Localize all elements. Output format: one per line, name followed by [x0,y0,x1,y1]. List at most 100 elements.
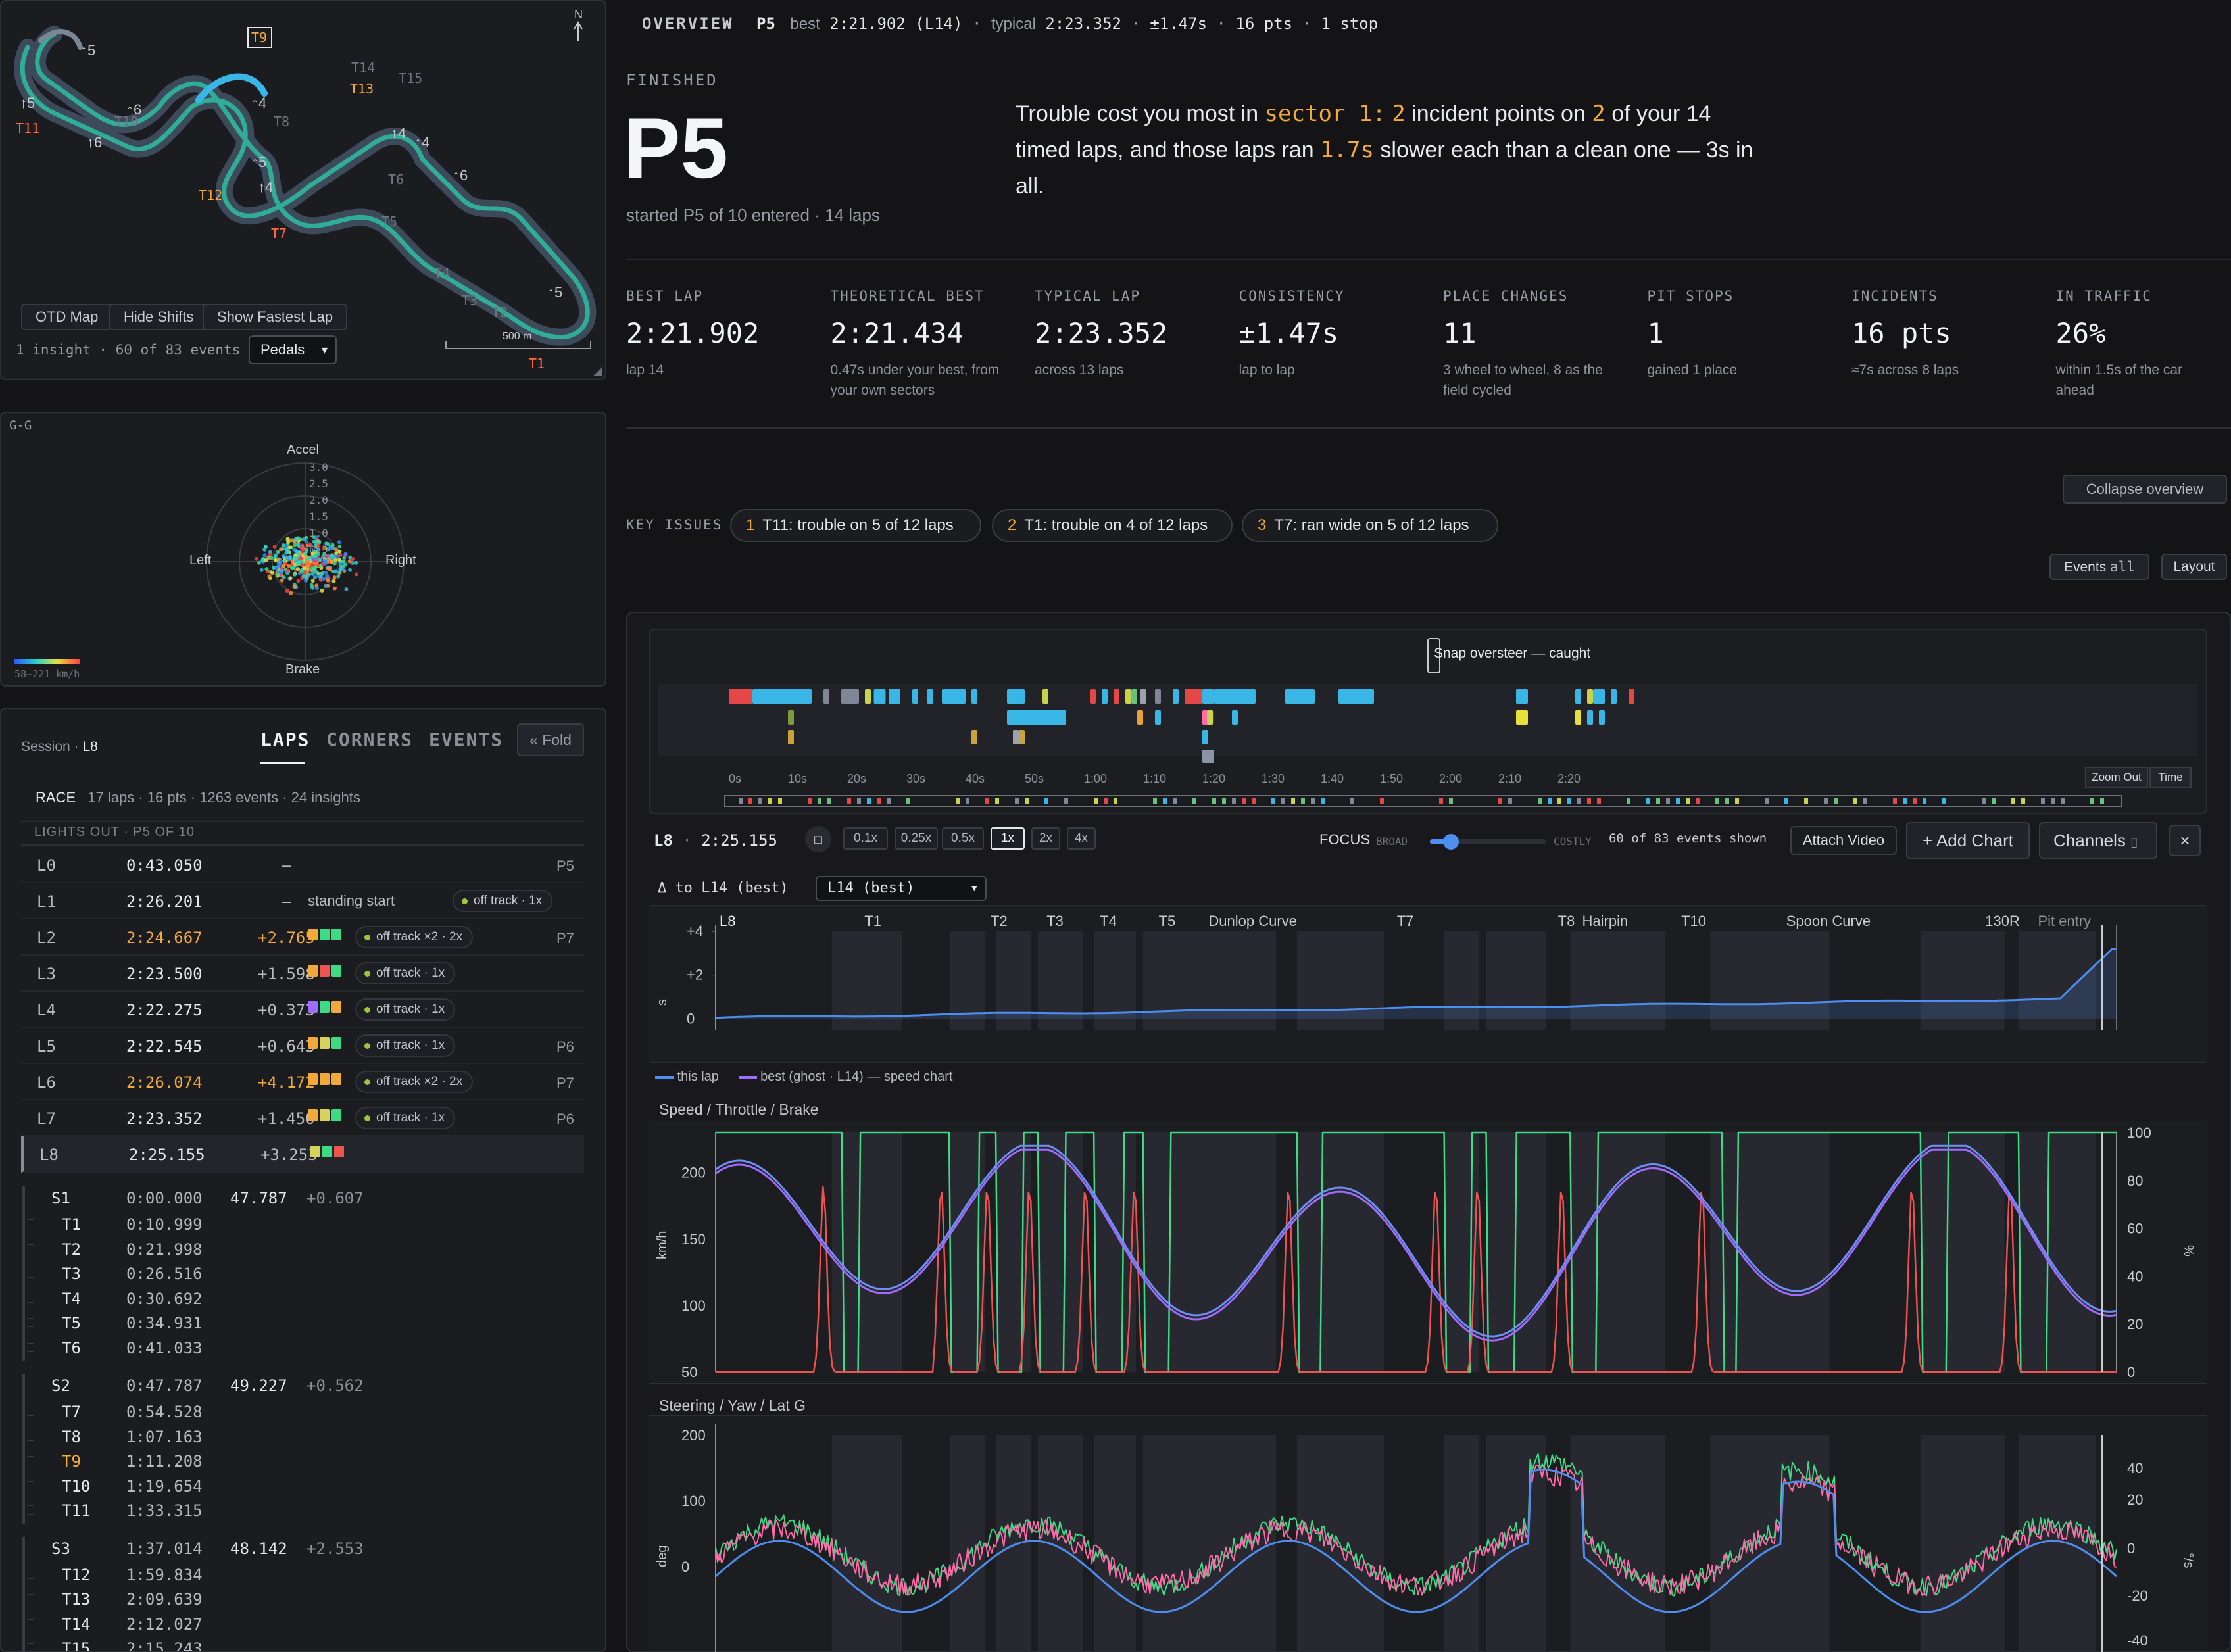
resize-handle-icon[interactable]: ◢ [593,364,602,377]
svg-text:500 m: 500 m [503,331,531,342]
corner-row[interactable]: T9 1:11.208 [25,1449,585,1474]
corner-row[interactable]: T1 0:10.999 [25,1213,585,1238]
checkbox-icon[interactable] [28,1643,34,1651]
corner-row[interactable]: T14 2:12.027 [25,1613,585,1638]
key-issue-chip[interactable]: 1 T11: trouble on 5 of 12 laps [730,509,981,542]
tab-events[interactable]: EVENTS [429,729,503,750]
tab-corners[interactable]: CORNERS [326,729,413,750]
checkbox-icon[interactable] [28,1407,34,1416]
focus-slider[interactable] [1430,834,1546,850]
lap-row[interactable]: L2 2:24.667 +2.765 off track ×2 · 2x P7 [21,919,584,956]
steering-chart[interactable]: 200100040200-20-40deg °/s [649,1415,2207,1652]
sector-block[interactable]: S1 0:00.000 47.787 +0.607 T1 0:10.999 T2… [22,1186,585,1361]
delta-label: Δ to L14 (best) [658,880,789,896]
corner-row[interactable]: T4 0:30.692 [25,1287,585,1312]
checkbox-icon[interactable] [28,1569,34,1579]
collapse-overview-button[interactable]: Collapse overview [2063,475,2227,504]
channels-button[interactable]: Channels ▯ [2039,822,2157,859]
checkbox-icon[interactable] [28,1480,34,1490]
map-status: 1 insight · 60 of 83 events [16,342,241,358]
corner-row[interactable]: T3 0:26.516 [25,1262,585,1287]
tab-laps[interactable]: LAPS [260,729,310,750]
corner-band [1296,1132,1385,1372]
attach-video-button[interactable]: Attach Video [1790,826,1897,855]
checkbox-icon[interactable] [28,1456,34,1465]
hide-shifts-button[interactable]: Hide Shifts [109,304,208,330]
checkbox-icon[interactable] [28,1594,34,1603]
lap-row[interactable]: L7 2:23.352 +1.450 off track · 1x P6 [21,1100,584,1136]
focus-label: FOCUS [1319,831,1370,848]
corner-row[interactable]: T12 1:59.834 [25,1563,585,1588]
corner-time: 0:26.516 [126,1265,203,1283]
checkbox-icon[interactable] [28,1219,34,1228]
lap-row[interactable]: L6 2:26.074 +4.172 off track ×2 · 2x P7 [21,1064,584,1100]
lap-row[interactable]: L1 2:26.201 — standing start off track · 1x [21,883,584,919]
corner-row[interactable]: T8 1:07.163 [25,1425,585,1450]
svg-text:↑4: ↑4 [251,95,266,111]
playback-speed-button[interactable]: 4x [1067,827,1096,850]
checkbox-icon[interactable] [28,1269,34,1278]
fold-button[interactable]: « Fold [517,723,584,756]
zoom-out-button[interactable]: Zoom Out [2085,767,2148,788]
checkbox-icon[interactable] [28,1342,34,1352]
incident-chip[interactable]: off track · 1x [355,998,456,1021]
corner-row[interactable]: T10 1:19.654 [25,1474,585,1499]
sector-block[interactable]: S3 1:37.014 48.142 +2.553 T12 1:59.834 T… [22,1536,585,1651]
playback-speed-button[interactable]: 0.1x [843,827,888,850]
playback-speed-button[interactable]: 1x [991,827,1025,850]
corner-row[interactable]: T5 0:34.931 [25,1311,585,1336]
lap-row[interactable]: L3 2:23.500 +1.598 off track · 1x [21,956,584,992]
corner-label: Spoon Curve [1786,913,1871,929]
sector-block[interactable]: S2 0:47.787 49.227 +0.562 T7 0:54.528 T8… [22,1374,585,1524]
add-chart-button[interactable]: + Add Chart [1906,822,2030,859]
corner-label-T9[interactable]: T9 [251,30,267,45]
corner-row[interactable]: T13 2:09.639 [25,1588,585,1613]
incident-chip[interactable]: off track · 1x [355,962,456,984]
corner-row[interactable]: T2 0:21.998 [25,1238,585,1263]
otd-map-button[interactable]: OTD Map [21,304,113,330]
delta-chart[interactable]: +4 +2 0 s L8 T1 T2 T3 T4 T5 Dunlop Curve T7 T8 Hairpi… [649,905,2207,1063]
reference-lap-select[interactable]: L14 (best) ▾ [816,876,987,901]
sector-indicator [308,1001,318,1013]
show-fastest-lap-button[interactable]: Show Fastest Lap [203,304,348,330]
layout-button[interactable]: Layout [2161,554,2227,580]
key-issue-chip[interactable]: 3 T7: ran wide on 5 of 12 laps [1242,509,1498,542]
timeline-tick: 30s [906,772,925,785]
incident-chip[interactable]: off track · 1x [355,1034,456,1057]
checkbox-icon[interactable] [28,1244,34,1253]
sector-duration: 48.142 [230,1539,287,1558]
corner-row[interactable]: T7 0:54.528 [25,1400,585,1425]
corner-label-T5: T5 [381,214,397,230]
checkbox-icon[interactable] [28,1505,34,1515]
incident-chip[interactable]: off track ×2 · 2x [355,926,474,948]
timeline-lanes[interactable]: 0s 10s 20s 30s 40s 50s 1:00 1:10 1:20 1:30 1:40 1:5… [658,677,2197,809]
corner-band [2018,1132,2096,1372]
stop-icon[interactable]: ◻ [805,826,831,852]
playback-speed-button[interactable]: 0.5x [942,827,984,850]
incident-chip[interactable]: off track ×2 · 2x [355,1071,474,1093]
corner-band [1037,1435,1083,1652]
corner-row[interactable]: T6 0:41.033 [25,1336,585,1361]
incident-chip[interactable]: off track · 1x [453,890,553,912]
channel-select[interactable]: Pedals ▾ [249,335,337,364]
lap-row[interactable]: L4 2:22.275 +0.373 off track · 1x [21,992,584,1028]
checkbox-icon[interactable] [28,1318,34,1327]
time-mode-button[interactable]: Time [2149,767,2192,788]
key-issues-label: KEY ISSUES [626,517,723,533]
incident-chip[interactable]: off track · 1x [355,1107,456,1129]
lap-row[interactable]: L8 2:25.155 +3.253 [21,1136,584,1173]
speed-chart[interactable]: 20015010050100806040200km/h% [649,1121,2207,1384]
playback-speed-button[interactable]: 2x [1031,827,1060,850]
playback-speed-button[interactable]: 0.25x [895,827,938,850]
close-button[interactable]: × [2169,825,2201,856]
corner-row[interactable]: T15 2:15.243 [25,1637,585,1651]
lap-row[interactable]: L5 2:22.545 +0.643 off track · 1x P6 [21,1028,584,1064]
checkbox-icon[interactable] [28,1618,34,1628]
focus-slider-thumb[interactable] [1443,834,1459,850]
key-issue-chip[interactable]: 2 T1: trouble on 4 of 12 laps [992,509,1233,542]
lap-row[interactable]: L0 0:43.050 — P5 [21,847,584,883]
checkbox-icon[interactable] [28,1431,34,1441]
checkbox-icon[interactable] [28,1293,34,1303]
events-filter-button[interactable]: Events all [2049,554,2149,580]
corner-row[interactable]: T11 1:33.315 [25,1499,585,1524]
